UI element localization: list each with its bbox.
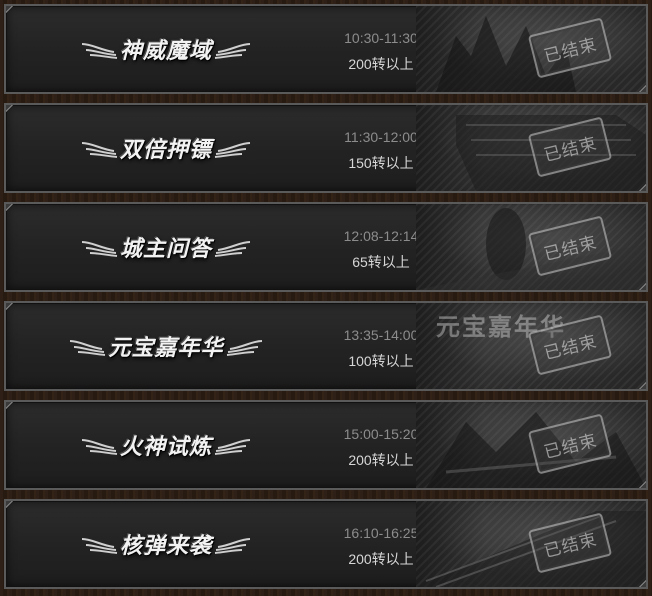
event-name: 核弹来袭 [119, 534, 212, 559]
right-wing-ornament-icon [214, 142, 251, 158]
right-wing-ornament-icon [214, 538, 251, 554]
left-wing-ornament-icon [70, 340, 106, 356]
right-wing-ornament-icon [214, 439, 251, 455]
event-title-banner: 城主问答 [56, 204, 276, 290]
event-row-yuanbao[interactable]: 元宝嘉年华 13:35-14:00 100转以上 元宝嘉年华 已结束 [4, 301, 648, 391]
event-row-shenwei[interactable]: 神威魔域 10:30-11:30 200转以上 已结束 [4, 4, 648, 94]
event-row-hedan[interactable]: 核弹来袭 16:10-16:25 200转以上 已结束 [4, 499, 648, 589]
event-name: 城主问答 [119, 237, 212, 262]
left-wing-ornament-icon [81, 538, 118, 554]
event-title-banner: 双倍押镖 [56, 105, 276, 191]
right-wing-ornament-icon [214, 241, 251, 257]
event-name: 神威魔域 [119, 39, 212, 64]
left-wing-ornament-icon [81, 43, 118, 59]
event-schedule-list: 神威魔域 10:30-11:30 200转以上 已结束 双倍押镖 11:30-1… [0, 0, 652, 596]
right-wing-ornament-icon [214, 43, 251, 59]
left-wing-ornament-icon [81, 241, 118, 257]
right-wing-ornament-icon [226, 340, 262, 356]
event-name: 火神试炼 [119, 435, 212, 460]
event-name: 元宝嘉年华 [108, 336, 224, 361]
event-row-chengzhu[interactable]: 城主问答 12:08-12:14 65转以上 已结束 [4, 202, 648, 292]
left-wing-ornament-icon [81, 439, 118, 455]
event-title-banner: 元宝嘉年华 [56, 303, 276, 389]
event-row-yabiao[interactable]: 双倍押镖 11:30-12:00 150转以上 已结束 [4, 103, 648, 193]
event-title-banner: 火神试炼 [56, 402, 276, 488]
event-title-banner: 核弹来袭 [56, 501, 276, 587]
event-name: 双倍押镖 [119, 138, 212, 163]
event-row-huoshen[interactable]: 火神试炼 15:00-15:20 200转以上 已结束 [4, 400, 648, 490]
left-wing-ornament-icon [81, 142, 118, 158]
event-title-banner: 神威魔域 [56, 6, 276, 92]
